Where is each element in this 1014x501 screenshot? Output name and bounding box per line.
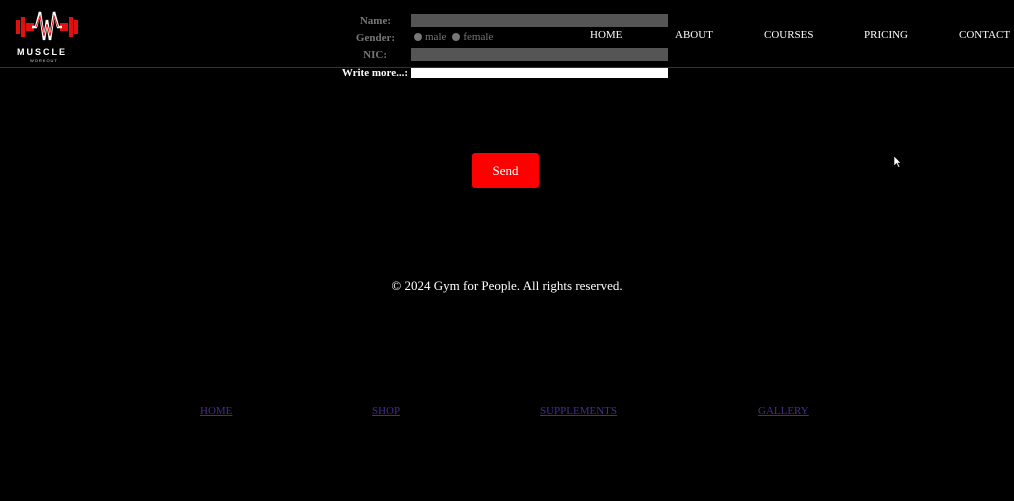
nav-pricing[interactable]: PRICING [864,29,908,41]
footer-link-supplements[interactable]: SUPPLEMENTS [540,405,617,417]
gender-radio-group: male female [414,31,499,43]
nic-field[interactable] [411,48,668,61]
copyright-text: © 2024 Gym for People. All rights reserv… [391,278,623,293]
footer-link-shop[interactable]: SHOP [372,405,400,417]
nic-label: NIC: [363,49,387,61]
male-radio-label: male [425,31,447,43]
nav-contact[interactable]: CONTACT [959,29,1010,41]
header-divider [0,67,1014,68]
send-button[interactable]: Send [472,153,539,188]
male-radio[interactable] [414,33,422,41]
footer-link-home[interactable]: HOME [200,405,232,417]
logo-text: MUSCLE [17,47,67,57]
name-field[interactable] [411,14,668,27]
name-label: Name: [359,15,391,27]
female-radio-label: female [463,31,494,43]
write-more-label: Write more...: [341,67,408,79]
write-more-field[interactable] [411,67,668,78]
female-radio[interactable] [452,33,461,41]
nav-courses[interactable]: COURSES [764,29,814,41]
mouse-cursor-icon [894,156,902,168]
nav-home[interactable]: HOME [590,29,622,41]
nav-about[interactable]: ABOUT [675,29,713,41]
footer-link-gallery[interactable]: GALLERY [758,405,809,417]
gender-label: Gender: [355,32,395,44]
logo-subtext: WORKOUT [30,58,58,63]
